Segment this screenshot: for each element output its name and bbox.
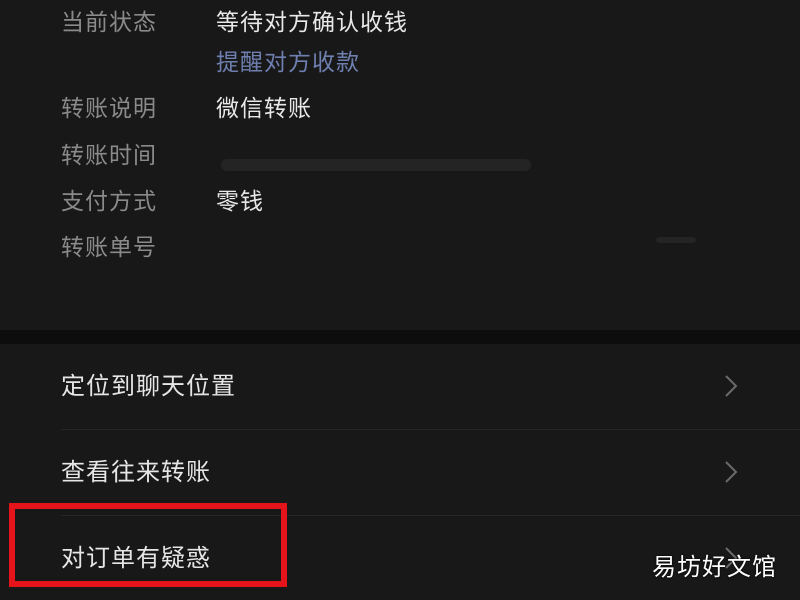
order-row: 转账单号: [61, 231, 781, 265]
status-label: 当前状态: [61, 10, 157, 36]
highlight-annotation-box: [9, 503, 287, 587]
note-row: 转账说明 微信转账: [61, 92, 781, 126]
status-value: 等待对方确认收钱: [216, 10, 408, 36]
chevron-right-icon: [725, 375, 738, 397]
order-label: 转账单号: [61, 235, 157, 261]
redacted-time-mark: [221, 159, 531, 171]
watermark-text: 易坊好文馆: [652, 553, 777, 581]
redacted-order-mark: [656, 237, 696, 243]
status-row: 当前状态 等待对方确认收钱: [61, 6, 781, 40]
remind-receive-link[interactable]: 提醒对方收款: [216, 46, 360, 80]
method-row: 支付方式 零钱: [61, 185, 781, 219]
method-value: 零钱: [216, 189, 264, 215]
chevron-right-icon: [725, 461, 738, 483]
transfer-detail-screen: 当前状态 等待对方确认收钱 提醒对方收款 转账说明 微信转账 转账时间 支付方式…: [0, 0, 800, 600]
time-row: 转账时间: [61, 139, 781, 173]
menu-item-label: 定位到聊天位置: [61, 372, 236, 400]
note-value: 微信转账: [216, 96, 312, 122]
time-label: 转账时间: [61, 143, 157, 169]
section-gap: [0, 330, 800, 344]
menu-item-locate-chat[interactable]: 定位到聊天位置: [0, 344, 800, 429]
note-label: 转账说明: [61, 96, 157, 122]
method-label: 支付方式: [61, 189, 157, 215]
transfer-details-panel: 当前状态 等待对方确认收钱 提醒对方收款 转账说明 微信转账 转账时间 支付方式…: [0, 0, 800, 330]
